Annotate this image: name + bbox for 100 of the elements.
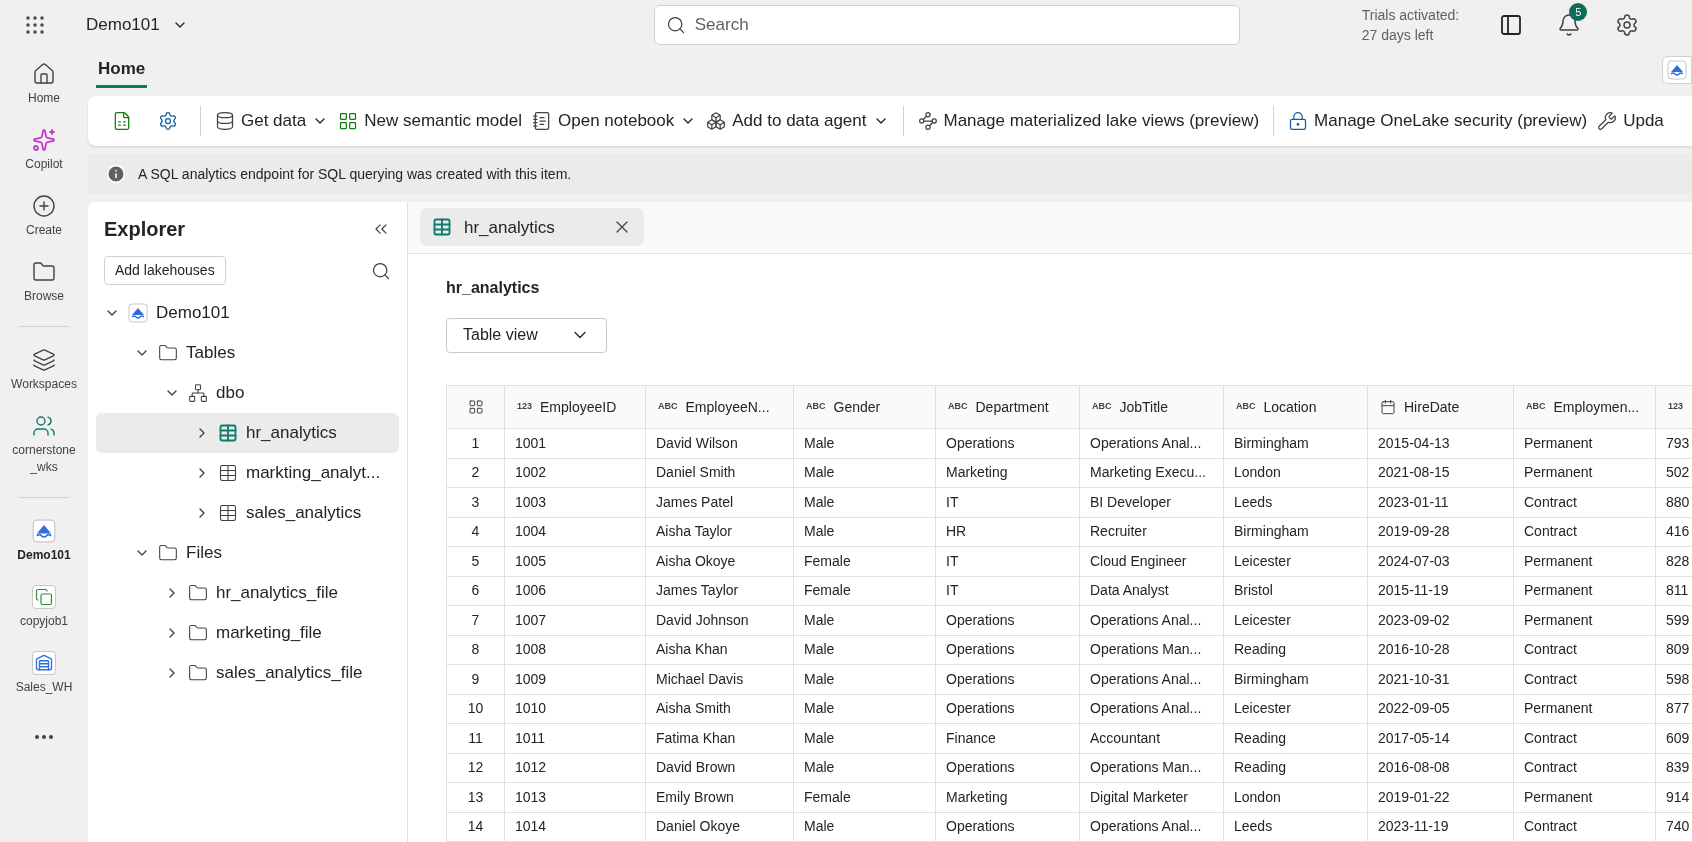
table-cell: Reading <box>1223 753 1368 783</box>
trial-status-text: 27 days left <box>1361 26 1435 45</box>
add-lakehouses-button[interactable]: Add lakehouses <box>104 256 226 285</box>
column-header[interactable]: EmployeeID <box>540 396 617 418</box>
sparkle-icon <box>32 128 56 152</box>
table-cell: 2021-10-31 <box>1367 664 1514 694</box>
tree-item[interactable]: markting_analyt... <box>96 453 399 493</box>
table-cell: Contract <box>1513 723 1656 753</box>
column-header[interactable]: JobTitle <box>1119 396 1168 418</box>
table-cell: Permanent <box>1513 546 1656 576</box>
table-cell: Permanent <box>1513 605 1656 635</box>
rail-item[interactable]: copyjob1 <box>4 585 84 630</box>
row-number: 2 <box>446 458 505 488</box>
rail-item[interactable]: Sales_WH <box>4 651 84 696</box>
tree-item[interactable]: Files <box>96 533 399 573</box>
settings-icon[interactable] <box>158 111 178 131</box>
column-header[interactable]: HireDate <box>1404 396 1460 418</box>
search-field[interactable]: Search <box>653 5 1240 45</box>
data-type-label: ABC <box>658 400 678 414</box>
table-cell: James Taylor <box>645 576 794 606</box>
folder-icon <box>158 343 178 363</box>
tree-item[interactable]: Tables <box>96 333 399 373</box>
table-cell: Contract <box>1513 517 1656 547</box>
column-header[interactable]: Gender <box>833 396 881 418</box>
tree-item[interactable]: sales_analytics_file <box>96 653 399 693</box>
table-cell: James Patel <box>645 487 794 517</box>
workspace-switcher[interactable]: Demo101 <box>86 12 188 38</box>
toolbar-button[interactable]: Manage OneLake security (preview) <box>1288 108 1588 134</box>
table-cell: 1001 <box>504 428 646 458</box>
table-cell: Leicester <box>1223 694 1368 724</box>
toolbar-button[interactable]: New semantic model <box>338 108 522 134</box>
tree-item[interactable]: hr_analytics <box>96 413 399 453</box>
tree-item[interactable]: dbo <box>96 373 399 413</box>
rail-item[interactable]: Copilot <box>4 128 84 173</box>
toolbar-button[interactable]: Manage materialized lake views (preview) <box>917 108 1260 134</box>
schema-icon <box>188 383 208 403</box>
settings-icon[interactable] <box>1615 13 1640 37</box>
toolbar-button[interactable]: Add to data agent <box>706 108 889 134</box>
rail-item[interactable]: Create <box>4 194 84 239</box>
table-cell: Operations <box>935 428 1080 458</box>
table-cell: IT <box>935 487 1080 517</box>
tree-item[interactable]: sales_analytics <box>96 493 399 533</box>
folder-icon <box>188 663 208 683</box>
row-number: 1 <box>446 428 505 458</box>
table-cell: Accountant <box>1079 723 1224 753</box>
table-cell: Permanent <box>1513 782 1656 812</box>
table-cell: David Brown <box>645 753 794 783</box>
table-cell: Permanent <box>1513 576 1656 606</box>
rail-item[interactable]: cornerstone _wks <box>4 414 84 476</box>
view-mode-dropdown[interactable]: Table view <box>446 317 607 353</box>
table-cell: 2023-11-19 <box>1367 812 1514 842</box>
row-number: 8 <box>446 635 505 665</box>
lock-icon <box>1288 111 1309 131</box>
rail-item[interactable]: Browse <box>4 260 84 305</box>
table-cell: Fatima Khan <box>645 723 794 753</box>
table-cell: Male <box>793 458 936 488</box>
calendar-icon <box>1380 399 1396 415</box>
tree-item[interactable]: Demo101 <box>96 293 399 333</box>
table-cell: 2015-04-13 <box>1367 428 1514 458</box>
tree-item[interactable]: marketing_file <box>96 613 399 653</box>
search-icon[interactable] <box>371 260 391 281</box>
column-header[interactable]: Location <box>1263 396 1317 418</box>
table-cell: Permanent <box>1513 694 1656 724</box>
app-launcher-icon[interactable] <box>23 13 47 37</box>
ribbon-tab[interactable]: Home <box>96 55 148 88</box>
grid-icon[interactable] <box>467 399 484 415</box>
toolbar-button[interactable]: Open notebook <box>532 108 697 134</box>
rail-item[interactable]: Workspaces <box>4 348 84 393</box>
document-tab[interactable]: hr_analytics <box>420 208 644 247</box>
rail-label: cornerstone _wks <box>11 442 77 476</box>
stack-icon <box>32 348 56 372</box>
table-cell: Operations <box>935 694 1080 724</box>
table-icon <box>218 423 238 443</box>
column-header[interactable]: Department <box>975 396 1049 418</box>
row-number: 5 <box>446 546 505 576</box>
table-cell: Finance <box>935 723 1080 753</box>
table-cell: Permanent <box>1513 458 1656 488</box>
column-header[interactable]: EmployeeN... <box>685 396 770 418</box>
table-cell: Operations Anal... <box>1079 428 1224 458</box>
table-cell: Male <box>793 753 936 783</box>
table-cell: Birmingham <box>1223 517 1368 547</box>
row-number: 12 <box>446 753 505 783</box>
rail-item[interactable]: Home <box>4 62 84 107</box>
column-header[interactable]: Employmen... <box>1553 396 1640 418</box>
toolbar-button[interactable]: Upda <box>1597 108 1664 134</box>
table-cell: Contract <box>1513 664 1656 694</box>
panel-toggle-icon[interactable] <box>1499 13 1524 37</box>
wrench-icon <box>1597 111 1618 131</box>
toolbar-button[interactable]: Get data <box>215 108 329 134</box>
nodes-icon <box>917 111 938 131</box>
rail-item[interactable]: Demo101 <box>4 519 84 564</box>
table-cell: Aisha Khan <box>645 635 794 665</box>
table-cell: Birmingham <box>1223 428 1368 458</box>
view-title: hr_analytics <box>446 277 541 298</box>
table-cell: 1007 <box>504 605 646 635</box>
table-cell: London <box>1223 458 1368 488</box>
tree-item[interactable]: hr_analytics_file <box>96 573 399 613</box>
row-number: 6 <box>446 576 505 606</box>
table-cell: Marketing <box>935 782 1080 812</box>
table-cell: Operations Anal... <box>1079 664 1224 694</box>
